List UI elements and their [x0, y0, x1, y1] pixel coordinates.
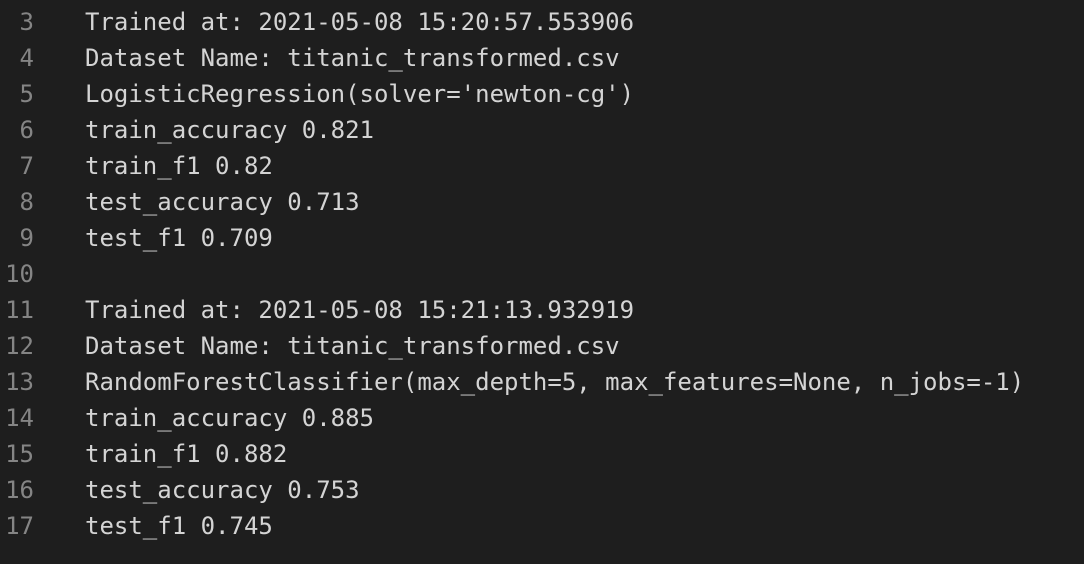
line-number: 6	[19, 116, 34, 144]
line-text[interactable]	[85, 256, 1084, 292]
line-number: 11	[5, 296, 34, 324]
editor-line[interactable]: 12 Dataset Name: titanic_transformed.csv	[0, 328, 1084, 364]
line-text[interactable]: train_accuracy 0.885	[85, 400, 1084, 436]
line-number: 12	[5, 332, 34, 360]
line-number: 13	[5, 368, 34, 396]
line-text[interactable]: LogisticRegression(solver='newton-cg')	[85, 76, 1084, 112]
line-number: 16	[5, 476, 34, 504]
line-text[interactable]: test_accuracy 0.753	[85, 472, 1084, 508]
line-text[interactable]: RandomForestClassifier(max_depth=5, max_…	[85, 364, 1084, 400]
line-number: 7	[19, 152, 34, 180]
editor-line[interactable]: 17 test_f1 0.745	[0, 508, 1084, 544]
line-text[interactable]: Dataset Name: titanic_transformed.csv	[85, 40, 1084, 76]
line-number: 3	[19, 8, 34, 36]
editor-line[interactable]: 13 RandomForestClassifier(max_depth=5, m…	[0, 364, 1084, 400]
line-number: 17	[5, 512, 34, 540]
line-text[interactable]: train_accuracy 0.821	[85, 112, 1084, 148]
line-number: 9	[19, 224, 34, 252]
code-editor[interactable]: 3 Trained at: 2021-05-08 15:20:57.553906…	[0, 0, 1084, 564]
editor-line[interactable]: 10	[0, 256, 1084, 292]
editor-line[interactable]: 6 train_accuracy 0.821	[0, 112, 1084, 148]
line-number: 15	[5, 440, 34, 468]
line-text[interactable]: Dataset Name: titanic_transformed.csv	[85, 328, 1084, 364]
line-number: 4	[19, 44, 34, 72]
editor-line[interactable]: 7 train_f1 0.82	[0, 148, 1084, 184]
editor-line[interactable]: 9 test_f1 0.709	[0, 220, 1084, 256]
line-text[interactable]: test_f1 0.745	[85, 508, 1084, 544]
line-text[interactable]: Trained at: 2021-05-08 15:20:57.553906	[85, 4, 1084, 40]
line-number: 8	[19, 188, 34, 216]
editor-line[interactable]: 11 Trained at: 2021-05-08 15:21:13.93291…	[0, 292, 1084, 328]
line-number: 14	[5, 404, 34, 432]
line-text[interactable]: test_f1 0.709	[85, 220, 1084, 256]
line-text[interactable]: train_f1 0.82	[85, 148, 1084, 184]
editor-line[interactable]: 4 Dataset Name: titanic_transformed.csv	[0, 40, 1084, 76]
editor-line[interactable]: 3 Trained at: 2021-05-08 15:20:57.553906	[0, 4, 1084, 40]
line-number: 5	[19, 80, 34, 108]
editor-line[interactable]: 16 test_accuracy 0.753	[0, 472, 1084, 508]
line-number: 10	[5, 260, 34, 288]
editor-line[interactable]: 15 train_f1 0.882	[0, 436, 1084, 472]
editor-line[interactable]: 5 LogisticRegression(solver='newton-cg')	[0, 76, 1084, 112]
line-text[interactable]: train_f1 0.882	[85, 436, 1084, 472]
line-text[interactable]: Trained at: 2021-05-08 15:21:13.932919	[85, 292, 1084, 328]
editor-line[interactable]: 14 train_accuracy 0.885	[0, 400, 1084, 436]
editor-line[interactable]: 8 test_accuracy 0.713	[0, 184, 1084, 220]
line-text[interactable]: test_accuracy 0.713	[85, 184, 1084, 220]
